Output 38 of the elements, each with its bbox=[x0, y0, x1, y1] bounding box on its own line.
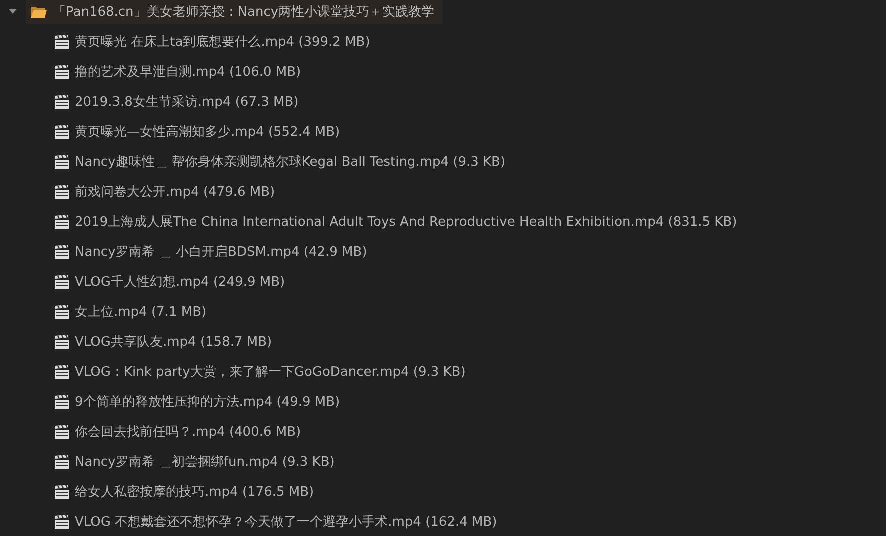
folder-row[interactable]: 「Pan168.cn」美女老师亲授：Nancy两性小课堂技巧＋实践教学 bbox=[26, 0, 443, 24]
file-entry[interactable]: Nancy罗南希 ＿ 小白开启BDSM.mp4 (42.9 MB) bbox=[75, 243, 368, 261]
folder-name: 「Pan168.cn」美女老师亲授：Nancy两性小课堂技巧＋实践教学 bbox=[53, 4, 435, 21]
folder-icon bbox=[31, 6, 47, 18]
file-entry[interactable]: 2019上海成人展The China International Adult Toys And Reproductive Health Exhibition.mp4 (831.5 KB) bbox=[75, 213, 738, 231]
clapperboard-icon bbox=[55, 155, 69, 169]
file-entry[interactable]: Nancy罗南希 ＿初尝捆绑fun.mp4 (9.3 KB) bbox=[75, 453, 335, 471]
clapperboard-icon bbox=[55, 215, 69, 229]
file-entry[interactable]: VLOG共享队友.mp4 (158.7 MB) bbox=[75, 333, 272, 351]
file-entry[interactable]: VLOG：Kink party大赏，来了解一下GoGoDancer.mp4 (9.3 KB) bbox=[75, 363, 466, 381]
clapperboard-icon bbox=[55, 65, 69, 79]
clapperboard-icon bbox=[55, 35, 69, 49]
clapperboard-icon bbox=[55, 245, 69, 259]
file-entry[interactable]: 撸的艺术及早泄自测.mp4 (106.0 MB) bbox=[75, 63, 302, 81]
file-entry[interactable]: 女上位.mp4 (7.1 MB) bbox=[75, 303, 207, 321]
file-entry[interactable]: 黄页曝光 在床上ta到底想要什么.mp4 (399.2 MB) bbox=[75, 33, 370, 51]
clapperboard-icon bbox=[55, 515, 69, 529]
clapperboard-icon bbox=[55, 365, 69, 379]
clapperboard-icon bbox=[55, 395, 69, 409]
file-entry[interactable]: 前戏问卷大公开.mp4 (479.6 MB) bbox=[75, 183, 276, 201]
clapperboard-icon bbox=[55, 95, 69, 109]
clapperboard-icon bbox=[55, 185, 69, 199]
clapperboard-icon bbox=[55, 275, 69, 289]
file-entry[interactable]: 2019.3.8女生节采访.mp4 (67.3 MB) bbox=[75, 93, 299, 111]
clapperboard-icon bbox=[55, 305, 69, 319]
file-entry[interactable]: 你会回去找前任吗？.mp4 (400.6 MB) bbox=[75, 423, 302, 441]
clapperboard-icon bbox=[55, 455, 69, 469]
file-entry[interactable]: VLOG 不想戴套还不想怀孕？今天做了一个避孕小手术.mp4 (162.4 MB) bbox=[75, 513, 498, 531]
clapperboard-icon bbox=[55, 485, 69, 499]
clapperboard-icon bbox=[55, 425, 69, 439]
file-entry[interactable]: 9个简单的释放性压抑的方法.mp4 (49.9 MB) bbox=[75, 393, 340, 411]
caret-icon[interactable] bbox=[9, 9, 17, 15]
file-entry[interactable]: 黄页曝光—女性高潮知多少.mp4 (552.4 MB) bbox=[75, 123, 340, 141]
clapperboard-icon bbox=[55, 125, 69, 139]
clapperboard-icon bbox=[55, 335, 69, 349]
file-entry[interactable]: 给女人私密按摩的技巧.mp4 (176.5 MB) bbox=[75, 483, 314, 501]
file-entry[interactable]: VLOG千人性幻想.mp4 (249.9 MB) bbox=[75, 273, 286, 291]
file-entry[interactable]: Nancy趣味性＿ 帮你身体亲测凯格尔球Kegal Ball Testing.mp4 (9.3 KB) bbox=[75, 153, 506, 171]
